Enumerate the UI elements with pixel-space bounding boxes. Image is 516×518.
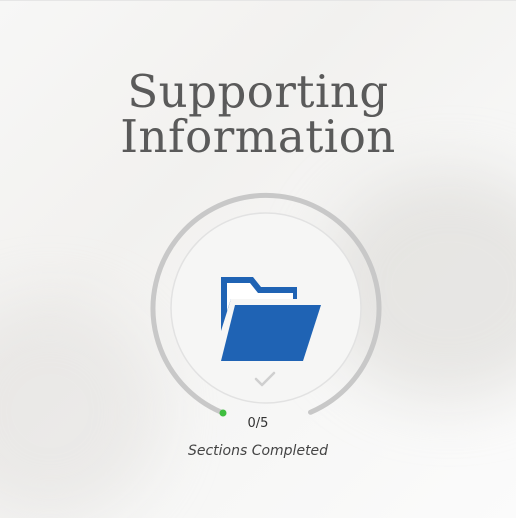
progress-dial (150, 192, 382, 417)
sections-completed-count: 0/5 (247, 416, 269, 431)
folder-open-icon (221, 277, 321, 361)
supporting-information-card[interactable]: Supporting Information 0/5 Sections Comp… (0, 0, 516, 518)
sections-completed-caption: Sections Completed (187, 443, 329, 459)
checkmark-icon (254, 371, 276, 387)
